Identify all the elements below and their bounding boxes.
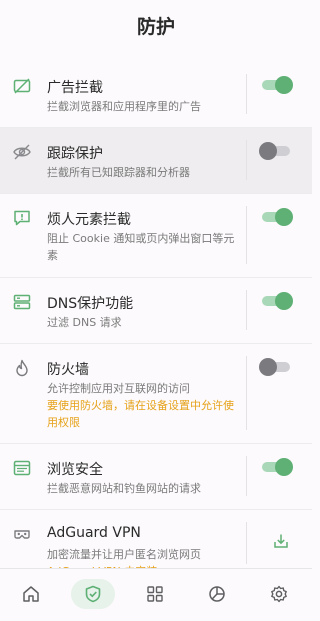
divider [246,290,247,330]
tab-statistics[interactable] [186,569,248,621]
item-description-text: 加密流量并让用户匿名浏览网页 [47,548,201,561]
list-item-annoyance-blocking[interactable]: 烦人元素拦截 阻止 Cookie 通知或页内弹出窗口等元素 [0,194,312,278]
download-icon[interactable] [272,532,290,550]
browser-icon [12,458,32,478]
list-item-ad-blocking[interactable]: 广告拦截 拦截浏览器和应用程序里的广告 [0,62,312,128]
server-icon [12,292,32,312]
item-title: 跟踪保护 [47,146,103,162]
item-description-text: 允许控制应用对互联网的访问 [47,382,190,395]
shield-check-icon [85,585,101,603]
firewall-toggle[interactable] [259,358,293,376]
divider [246,74,247,114]
list-item-tracking-protection[interactable]: 跟踪保护 拦截所有已知跟踪器和分析器 [0,128,312,194]
browsing-security-toggle[interactable] [259,458,293,476]
list-item-browsing-security[interactable]: 浏览安全 拦截恶意网站和钓鱼网站的请求 [0,444,312,510]
eye-off-icon [12,142,32,162]
item-description: 过滤 DNS 请求 [47,316,122,329]
divider [246,456,247,496]
annoyance-blocking-toggle[interactable] [259,208,293,226]
item-description: 拦截所有已知跟踪器和分析器 [47,166,190,179]
ad-blocking-toggle[interactable] [259,76,293,94]
item-description: 拦截恶意网站和钓鱼网站的请求 [47,482,201,495]
settings-icon [271,585,287,603]
tab-protection[interactable] [62,569,124,621]
divider [246,522,247,564]
bottom-navigation [0,568,312,621]
item-description: 允许控制应用对互联网的访问 要使用防火墙，请在设备设置中允许使用权限 [47,380,239,431]
item-description: 阻止 Cookie 通知或页内弹出窗口等元素 [47,232,235,262]
list-item-firewall[interactable]: 防火墙 允许控制应用对互联网的访问 要使用防火墙，请在设备设置中允许使用权限 [0,344,312,444]
firewall-permission-warning[interactable]: 要使用防火墙，请在设备设置中允许使用权限 [47,397,239,431]
apps-icon [147,586,163,602]
tab-home[interactable] [0,569,62,621]
divider [246,206,247,264]
item-title: 防火墙 [47,362,89,378]
item-title: AdGuard VPN [47,525,141,541]
annoyance-icon [12,208,32,228]
item-title: DNS保护功能 [47,296,134,312]
fire-icon [12,358,32,378]
home-icon [23,586,39,602]
tab-apps[interactable] [124,569,186,621]
item-title: 浏览安全 [47,462,103,478]
divider [246,140,247,180]
list-item-dns-protection[interactable]: DNS保护功能 过滤 DNS 请求 [0,278,312,344]
item-title: 广告拦截 [47,80,103,96]
item-description: 拦截浏览器和应用程序里的广告 [47,100,201,113]
dns-protection-toggle[interactable] [259,292,293,310]
vpn-icon [12,524,32,544]
divider [246,356,247,430]
item-title: 烦人元素拦截 [47,212,131,228]
tab-settings[interactable] [248,569,310,621]
stats-icon [209,586,225,602]
page-title: 防护 [136,16,175,38]
ad-block-icon [12,76,32,96]
tracking-protection-toggle[interactable] [259,142,293,160]
